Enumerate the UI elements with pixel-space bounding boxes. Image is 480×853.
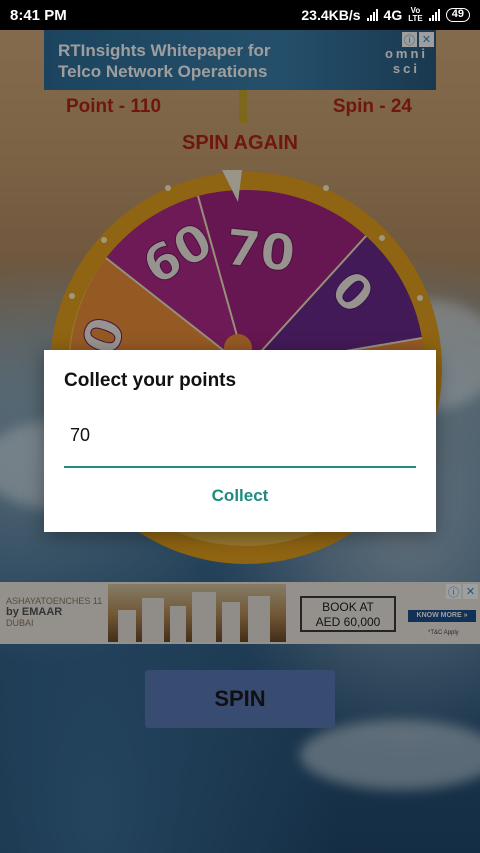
signal-icon-2 bbox=[428, 9, 440, 21]
status-bar: 8:41 PM 23.4KB/s 4G Vo LTE 49 bbox=[0, 0, 480, 30]
status-icons: 23.4KB/s 4G Vo LTE 49 bbox=[301, 7, 470, 23]
status-time: 8:41 PM bbox=[10, 6, 67, 24]
collect-button[interactable]: Collect bbox=[44, 486, 436, 506]
dialog-title: Collect your points bbox=[64, 370, 237, 391]
signal-icon bbox=[366, 9, 378, 21]
network-type: 4G bbox=[383, 7, 403, 23]
collect-points-dialog: Collect your points Collect bbox=[44, 350, 436, 532]
volte-icon: Vo LTE bbox=[408, 6, 423, 23]
battery-icon: 49 bbox=[445, 8, 470, 22]
network-speed: 23.4KB/s bbox=[301, 7, 361, 23]
points-input[interactable] bbox=[64, 414, 416, 468]
